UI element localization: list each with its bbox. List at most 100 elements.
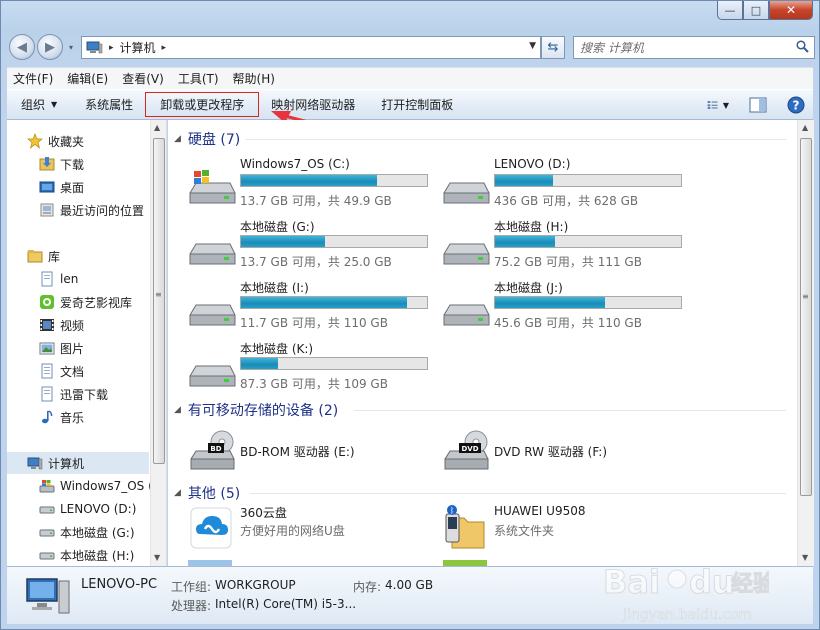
hard-drive-icon [189,365,236,387]
nav-item-label: len [60,272,79,286]
group-other-label: 其他 (5) [187,486,241,502]
drive-name: 本地磁盘 (G:) [240,220,315,234]
nav-scrollbar-thumb[interactable] [153,138,165,464]
collapse-triangle-icon[interactable]: ◢ [174,405,181,415]
organize-button[interactable]: 组织 ▼ [7,92,67,117]
breadcrumb-separator[interactable]: ▸ [109,43,114,53]
nav-scrollbar[interactable]: ▲ ≡ ▼ [150,120,166,566]
svg-text:?: ? [793,99,800,113]
drive-free-space: 45.6 GB 可用，共 110 GB [494,316,642,330]
open-control-panel-button[interactable]: 打开控制面板 [371,92,463,117]
library-icon [27,250,43,263]
nav-item-label: LENOVO (D:) [60,502,137,516]
drive-item[interactable]: 本地磁盘 (H:) 75.2 GB 可用，共 111 GB [440,218,690,278]
drive-usage-fill [495,236,555,247]
content-scrollbar-thumb[interactable] [800,138,812,496]
scroll-down-icon[interactable]: ▼ [154,553,160,562]
nav-item-recent-places[interactable]: 最近访问的位置 [39,199,144,221]
help-button[interactable]: ? [785,94,807,116]
address-dropdown-icon[interactable]: ▼ [529,41,536,51]
preview-pane-button[interactable] [747,94,769,116]
music-note-icon [42,410,53,424]
breadcrumb-separator[interactable]: ▸ [162,43,167,53]
drive-usage-fill [495,175,553,186]
nav-item-downloads[interactable]: 下载 [39,153,84,175]
nav-item-pictures[interactable]: 图片 [39,337,84,359]
drive-usage-bar [494,235,682,248]
item-huawei-phone[interactable]: ᛒ HUAWEI U9508 系统文件夹 [440,502,690,550]
drive-item[interactable]: LENOVO (D:) 436 GB 可用，共 628 GB [440,157,690,217]
system-properties-button[interactable]: 系统属性 [75,92,143,117]
back-button[interactable]: ◀ [9,34,35,60]
open-control-panel-label: 打开控制面板 [381,98,454,112]
content-scrollbar[interactable]: ▲ ≡ ▼ [797,120,814,566]
svg-text:ᛒ: ᛒ [450,506,455,515]
refresh-button[interactable]: ⇆ [541,36,565,59]
menu-file[interactable]: 文件(F) [13,70,53,87]
scroll-up-icon[interactable]: ▲ [154,123,160,132]
drive-usage-bar [494,174,682,187]
drive-free-space: 436 GB 可用，共 628 GB [494,194,639,208]
nav-libraries-label: 库 [48,249,61,264]
group-removable-devices[interactable]: ◢ 有可移动存储的设备 (2) [174,400,338,420]
drive-item[interactable]: 本地磁盘 (I:) 11.7 GB 可用，共 110 GB [186,279,436,339]
drive-item[interactable]: Windows7_OS (C:) 13.7 GB 可用，共 49.9 GB [186,157,436,217]
nav-item-library-len[interactable]: len [39,268,78,290]
forward-button[interactable]: ▶ [37,34,63,60]
view-options-icon [707,101,718,109]
nav-item-desktop[interactable]: 桌面 [39,176,84,198]
address-bar[interactable]: ▸ 计算机 ▸ ▼ [81,36,541,59]
picture-library-icon [39,342,55,355]
group-hard-disks[interactable]: ◢ 硬盘 (7) [174,129,240,149]
collapse-triangle-icon[interactable]: ◢ [174,488,181,498]
nav-libraries[interactable]: 库 [27,245,60,267]
cloud-icon [190,507,232,549]
breadcrumb-computer[interactable]: 计算机 [120,39,156,56]
drive-item[interactable]: 本地磁盘 (K:) 87.3 GB 可用，共 109 GB [186,340,436,400]
preview-pane-icon [749,97,767,113]
nav-item-drive-h[interactable]: 本地磁盘 (H:) [39,544,134,566]
close-icon: ✕ [785,3,797,17]
nav-favorites[interactable]: 收藏夹 [27,130,84,152]
nav-item-drive-c[interactable]: Windows7_OS ( [39,475,153,497]
drive-dvd-rw[interactable]: DVD DVD RW 驱动器 (F:) [440,427,690,475]
nav-item-videos[interactable]: 视频 [39,314,84,336]
recent-pages-dropdown[interactable]: ▾ [69,43,73,52]
nav-item-documents[interactable]: 文档 [39,360,84,382]
nav-item-music[interactable]: 音乐 [39,406,84,428]
drive-bd-rom[interactable]: BD BD-ROM 驱动器 (E:) [186,427,436,475]
drive-usage-bar [240,174,428,187]
nav-item-iqiyi-library[interactable]: 爱奇艺影视库 [39,291,132,313]
nav-item-label: 图片 [60,341,85,356]
view-controls: ▼ ? [699,94,807,116]
menu-tools[interactable]: 工具(T) [178,70,219,87]
item-360-cloud[interactable]: 360云盘 方便好用的网络U盘 [186,502,436,550]
uninstall-program-button[interactable]: 卸载或更改程序 [145,92,260,117]
documents-library-icon [41,363,53,379]
collapse-triangle-icon[interactable]: ◢ [174,134,181,144]
forward-arrow-icon: ▶ [45,39,55,55]
scroll-down-icon[interactable]: ▼ [802,553,808,562]
maximize-button[interactable]: □ [743,1,769,20]
nav-item-label: 最近访问的位置 [60,203,145,218]
group-other[interactable]: ◢ 其他 (5) [174,483,240,503]
menu-edit[interactable]: 编辑(E) [67,70,108,87]
nav-item-label: 音乐 [60,410,85,425]
nav-computer[interactable]: 计算机 [7,452,149,474]
document-library-icon [41,271,53,287]
search-input[interactable]: 搜索 计算机 [573,36,815,59]
nav-item-thunder-downloads[interactable]: 迅雷下载 [39,383,108,405]
change-view-button[interactable]: ▼ [707,94,729,116]
scroll-up-icon[interactable]: ▲ [802,123,808,132]
search-icon[interactable] [796,40,809,53]
drive-item[interactable]: 本地磁盘 (J:) 45.6 GB 可用，共 110 GB [440,279,690,339]
minimize-button[interactable]: — [717,1,743,20]
drive-item[interactable]: 本地磁盘 (G:) 13.7 GB 可用，共 25.0 GB [186,218,436,278]
nav-item-drive-g[interactable]: 本地磁盘 (G:) [39,521,135,543]
menu-help[interactable]: 帮助(H) [233,70,275,87]
video-library-icon [40,319,54,331]
close-button[interactable]: ✕ [769,1,813,20]
nav-item-drive-d[interactable]: LENOVO (D:) [39,498,136,520]
menu-view[interactable]: 查看(V) [122,70,164,87]
workgroup-value: WORKGROUP [215,578,296,592]
